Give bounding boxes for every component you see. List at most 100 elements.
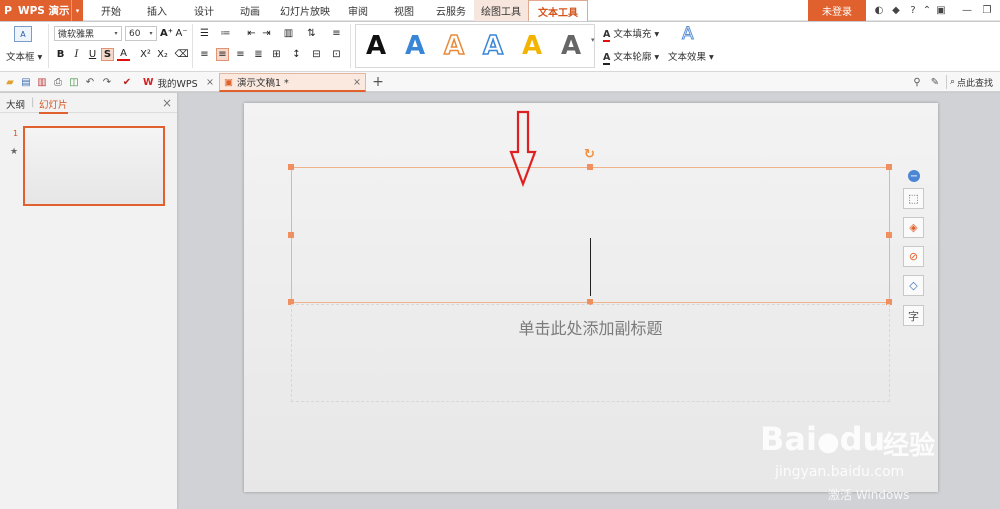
grow-font-icon[interactable]: A⁺ [160, 27, 173, 40]
text-outline-button[interactable]: A 文本轮廓 ▾ [603, 49, 659, 65]
align-center-icon[interactable]: ≡ [216, 48, 229, 61]
text-effect-icon[interactable]: A [682, 24, 695, 45]
chevron-down-icon[interactable]: ▾ [71, 0, 83, 21]
tab-mywps[interactable]: W 我的WPS × [140, 73, 218, 92]
vertical-align-icon[interactable]: ⊟ [310, 48, 323, 61]
distribute-icon[interactable]: ⊞ [270, 48, 283, 61]
tab-text-tools[interactable]: 文本工具 [528, 0, 588, 21]
customize-icon[interactable]: ✔ [120, 75, 134, 89]
tab-slideshow[interactable]: 幻灯片放映 [277, 0, 333, 21]
wordart-style-orange-outline[interactable]: A [436, 27, 472, 65]
app-menu-button[interactable]: P WPS 演示 ▾ [0, 0, 83, 21]
print-icon[interactable]: ⎙ [51, 75, 65, 89]
resize-handle[interactable] [886, 164, 892, 170]
textbox-button[interactable]: 文本框 ▾ [6, 49, 42, 63]
tab-drawing-tools[interactable]: 绘图工具 [474, 0, 528, 21]
save-icon[interactable]: ▤ [19, 75, 33, 89]
bullet-list-icon[interactable]: ☰ [198, 27, 211, 40]
subscript-button[interactable]: X₂ [155, 48, 170, 61]
font-name-select[interactable]: 微软雅黑 ▾ [54, 26, 122, 41]
align-left-icon[interactable]: ≡ [198, 48, 211, 61]
resize-handle[interactable] [587, 164, 593, 170]
divider [192, 24, 193, 68]
wordart-style-blue[interactable]: A [397, 27, 433, 65]
restore-icon[interactable]: ❐ [980, 3, 994, 17]
paragraph-spacing-icon[interactable]: ↕ [290, 48, 303, 61]
outline-color-icon[interactable]: ⊘ [903, 246, 924, 267]
fullscreen-icon[interactable]: ▣ [934, 3, 948, 17]
decrease-indent-icon[interactable]: ⇤ [245, 27, 258, 40]
login-button[interactable]: 未登录 [808, 0, 866, 21]
text-wrap-icon[interactable]: 字 [903, 305, 924, 326]
rotate-handle-icon[interactable]: ↻ [584, 147, 595, 162]
comment-icon[interactable]: ✎ [928, 75, 942, 89]
wordart-letter: A [443, 30, 465, 62]
tab-review[interactable]: 审阅 [337, 0, 379, 21]
tab-animation[interactable]: 动画 [229, 0, 271, 21]
column-icon[interactable]: ▥ [282, 27, 295, 40]
new-tab-button[interactable]: + [371, 74, 385, 90]
preview-icon[interactable]: ◫ [67, 75, 81, 89]
numbered-list-icon[interactable]: ≔ [219, 27, 232, 40]
text-effect-button[interactable]: 文本效果 ▾ [668, 49, 714, 63]
tab-cloud[interactable]: 云服务 [428, 0, 474, 21]
minimize-icon[interactable]: — [960, 3, 974, 17]
underline-button[interactable]: U [86, 48, 99, 61]
clear-format-icon[interactable]: ⌫ [174, 48, 188, 61]
wordart-style-blue-outline[interactable]: A [475, 27, 511, 65]
text-direction-icon[interactable]: ⇅ [305, 27, 318, 40]
font-color-button[interactable]: A [117, 48, 130, 61]
slide-number: 1 [13, 129, 19, 138]
text-fill-button[interactable]: A 文本填充 ▾ [603, 26, 659, 42]
close-panel-button[interactable]: × [162, 96, 172, 110]
watermark-url: jingyan.baidu.com [775, 464, 905, 480]
tab-design[interactable]: 设计 [183, 0, 225, 21]
tab-document[interactable]: ▣ 演示文稿1 * × [219, 73, 366, 92]
chevron-up-icon[interactable]: ⌃ [920, 3, 934, 17]
slide-thumbnail[interactable] [23, 126, 165, 206]
shrink-font-icon[interactable]: A⁻ [175, 27, 188, 40]
tab-outline[interactable]: 大纲 [6, 97, 25, 111]
gallery-more-icon[interactable]: ▾ [591, 36, 599, 52]
close-icon[interactable]: × [206, 77, 214, 88]
tab-view[interactable]: 视图 [383, 0, 425, 21]
wordart-style-black[interactable]: A [358, 27, 394, 65]
superscript-button[interactable]: X² [138, 48, 153, 61]
undo-icon[interactable]: ↶ [83, 75, 97, 89]
textbox-icon[interactable]: A [14, 26, 32, 42]
share-icon[interactable]: ⚲ [910, 75, 924, 89]
align-right-icon[interactable]: ≡ [234, 48, 247, 61]
arrow-down-icon [509, 110, 537, 188]
resize-handle[interactable] [886, 232, 892, 238]
search-box[interactable]: ⌕ 点此查找 [946, 75, 1000, 89]
close-icon[interactable]: × [353, 77, 361, 88]
help-label: ? [910, 4, 916, 16]
line-spacing-icon[interactable]: ≡ [330, 27, 343, 40]
wordart-style-gold[interactable]: A [514, 27, 550, 65]
increase-indent-icon[interactable]: ⇥ [260, 27, 273, 40]
export-pdf-icon[interactable]: ▥ [35, 75, 49, 89]
redo-icon[interactable]: ↷ [100, 75, 114, 89]
fill-color-icon[interactable]: ◈ [903, 217, 924, 238]
italic-button[interactable]: I [70, 48, 83, 61]
resize-handle[interactable] [288, 232, 294, 238]
tab-home[interactable]: 开始 [90, 0, 132, 21]
shadow-button[interactable]: S [101, 48, 114, 61]
align-text-icon[interactable]: ⊡ [330, 48, 343, 61]
feedback-icon[interactable]: ◆ [889, 3, 903, 17]
tab-insert[interactable]: 插入 [136, 0, 178, 21]
wordart-style-gray[interactable]: A [553, 27, 589, 65]
skin-icon[interactable]: ◐ [872, 3, 886, 17]
subtitle-placeholder-text[interactable]: 单击此处添加副标题 [291, 315, 890, 339]
justify-icon[interactable]: ≣ [252, 48, 265, 61]
tab-slides[interactable]: 幻灯片 [39, 97, 68, 114]
font-name-value: 微软雅黑 [58, 30, 95, 40]
resize-handle[interactable] [288, 164, 294, 170]
layers-icon[interactable]: ◇ [903, 275, 924, 296]
open-icon[interactable]: ▰ [3, 75, 17, 89]
collapse-icon[interactable]: − [908, 170, 920, 182]
help-icon[interactable]: ? [906, 3, 920, 17]
shape-style-icon[interactable]: ⬚ [903, 188, 924, 209]
bold-button[interactable]: B [54, 48, 67, 61]
font-size-select[interactable]: 60 ▾ [125, 26, 157, 41]
